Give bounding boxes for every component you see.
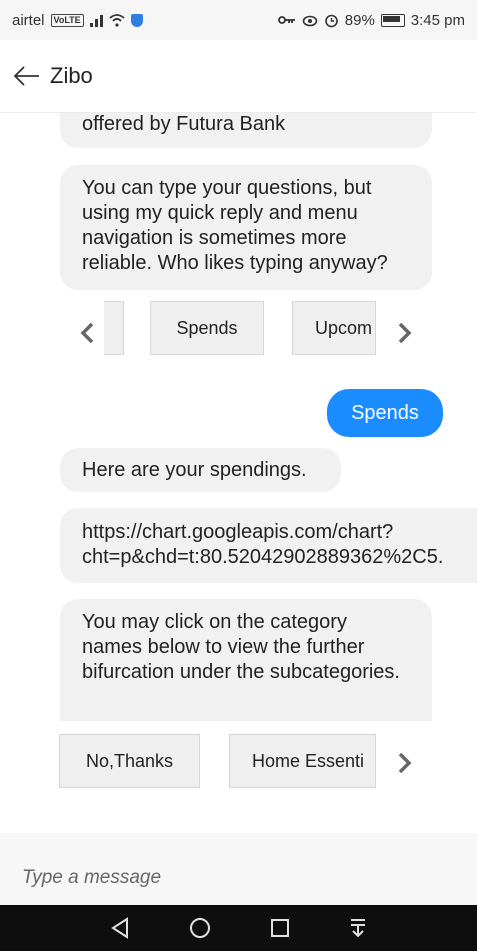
quick-reply-partial[interactable] bbox=[104, 301, 124, 355]
bot-message-link[interactable]: https://chart.googleapis.com/chart? cht=… bbox=[60, 508, 477, 583]
signal-icon bbox=[89, 13, 103, 27]
carrier-label: airtel bbox=[12, 11, 45, 29]
back-arrow-icon[interactable] bbox=[12, 64, 40, 88]
bot-message: offered by Futura Bank bbox=[60, 113, 432, 148]
back-icon[interactable] bbox=[110, 917, 130, 939]
volte-badge: VoLTE bbox=[50, 13, 84, 27]
shield-icon bbox=[130, 13, 143, 27]
message-text: You may click on the category names belo… bbox=[82, 611, 400, 683]
user-message: Spends bbox=[327, 389, 443, 437]
bot-message: You can type your questions, but using m… bbox=[60, 165, 432, 290]
message-text: You can type your questions, but using m… bbox=[82, 177, 388, 274]
chevron-right-icon[interactable] bbox=[394, 750, 414, 776]
key-icon bbox=[277, 16, 295, 24]
clock: 3:45 pm bbox=[410, 11, 465, 29]
wifi-icon bbox=[109, 13, 125, 27]
link-line-2: cht=p&chd=t:80.52042902889362%2C5. bbox=[82, 546, 444, 568]
chevron-right-icon[interactable] bbox=[394, 320, 414, 346]
message-text: Spends bbox=[351, 402, 419, 424]
status-bar: airtel VoLTE 89% 3:45 pm bbox=[0, 0, 477, 40]
recents-icon[interactable] bbox=[270, 918, 290, 938]
quick-reply-upcoming[interactable]: Upcom bbox=[292, 301, 376, 355]
app-header: Zibo bbox=[0, 40, 477, 113]
message-input-bar: Type a message bbox=[0, 833, 477, 905]
home-icon[interactable] bbox=[189, 917, 211, 939]
eye-icon bbox=[302, 15, 318, 27]
notification-pulldown-icon[interactable] bbox=[349, 918, 367, 938]
chat-title: Zibo bbox=[50, 63, 93, 88]
quick-reply-no-thanks[interactable]: No,Thanks bbox=[59, 734, 200, 788]
chat-window[interactable]: offered by Futura Bank You can type your… bbox=[0, 113, 477, 833]
alarm-icon bbox=[324, 14, 338, 27]
message-input[interactable]: Type a message bbox=[22, 867, 161, 889]
quick-reply-home-essentials[interactable]: Home Essenti bbox=[229, 734, 376, 788]
quick-reply-spends[interactable]: Spends bbox=[150, 301, 264, 355]
bot-message: You may click on the category names belo… bbox=[60, 599, 432, 721]
bot-message: Here are your spendings. bbox=[60, 448, 341, 492]
chevron-left-icon[interactable] bbox=[78, 320, 98, 346]
battery-icon bbox=[380, 13, 405, 27]
system-nav-bar bbox=[0, 905, 477, 951]
message-text: Here are your spendings. bbox=[82, 459, 307, 481]
battery-percent: 89% bbox=[344, 11, 375, 29]
message-text: offered by Futura Bank bbox=[82, 113, 286, 135]
link-line-1: https://chart.googleapis.com/chart? bbox=[82, 521, 394, 543]
